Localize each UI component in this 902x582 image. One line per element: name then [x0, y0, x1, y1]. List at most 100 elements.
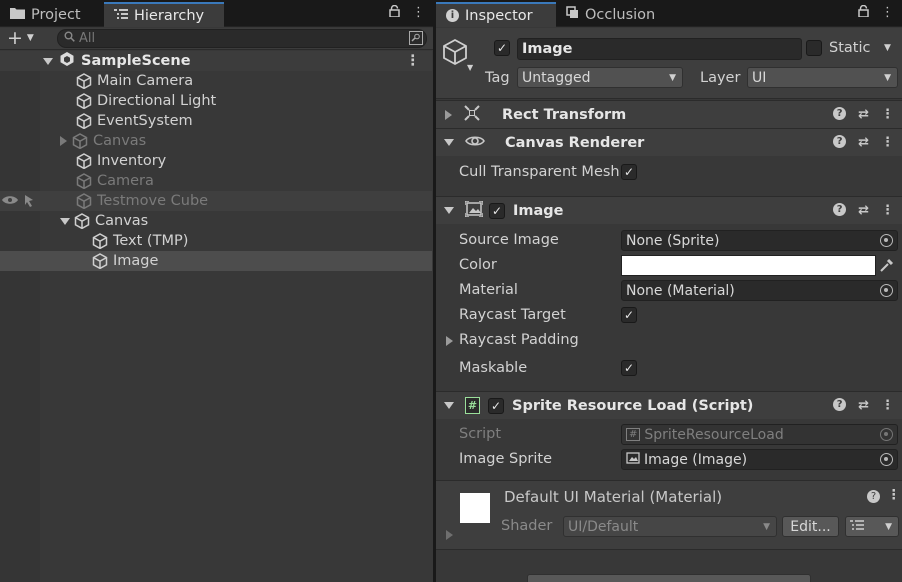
component-tools: ? ⇄ ⋮ — [833, 107, 894, 122]
add-component-button[interactable] — [527, 574, 811, 582]
expand-arrow-icon[interactable] — [60, 136, 67, 146]
edit-button-label: Edit... — [790, 518, 831, 535]
hierarchy-item[interactable]: Inventory — [0, 151, 432, 171]
script-component-header[interactable]: # ✓ Sprite Resource Load (Script) ? ⇄ ⋮ — [436, 391, 902, 419]
cull-transparent-mesh-label: Cull Transparent Mesh — [459, 164, 619, 180]
create-add-button[interactable]: + ▼ — [7, 27, 34, 49]
hierarchy-item[interactable]: EventSystem — [0, 111, 432, 131]
hierarchy-item[interactable]: Text (TMP) — [0, 231, 432, 251]
tab-occlusion[interactable]: Occlusion — [556, 2, 665, 27]
help-icon[interactable]: ? — [833, 203, 847, 216]
search-filter-icon[interactable] — [409, 31, 423, 49]
raycast-target-checkbox[interactable]: ✓ — [621, 307, 637, 323]
color-swatch[interactable] — [621, 255, 876, 276]
help-icon[interactable]: ? — [833, 135, 847, 148]
expand-arrow-icon[interactable] — [444, 139, 454, 146]
edit-shader-button[interactable]: Edit... — [782, 516, 839, 537]
more-menu-icon[interactable]: ⋮ — [412, 5, 425, 21]
info-icon: i — [446, 9, 459, 22]
maskable-label: Maskable — [459, 360, 528, 376]
component-menu-icon[interactable]: ⋮ — [881, 398, 894, 413]
presets-icon[interactable]: ⇄ — [858, 135, 869, 150]
script-label: Script — [459, 426, 502, 442]
tab-inspector[interactable]: i Inspector — [436, 2, 556, 27]
component-menu-icon[interactable]: ⋮ — [881, 107, 894, 122]
eyedropper-icon[interactable] — [879, 257, 895, 277]
layer-dropdown[interactable]: UI ▼ — [747, 67, 898, 88]
material-menu-icon[interactable]: ⋮ — [887, 487, 901, 503]
hierarchy-item[interactable]: Canvas — [0, 211, 432, 231]
object-name-field[interactable]: Image — [517, 38, 802, 60]
hierarchy-item[interactable]: Directional Light — [0, 91, 432, 111]
object-picker-icon[interactable] — [880, 284, 893, 297]
hierarchy-item-label: Inventory — [97, 153, 167, 169]
icon-dropdown-arrow[interactable]: ▼ — [467, 63, 473, 72]
gameobject-cube-icon — [74, 213, 90, 230]
raycast-padding-label[interactable]: Raycast Padding — [459, 332, 579, 348]
image-enabled-checkbox[interactable]: ✓ — [489, 202, 505, 219]
help-icon[interactable]: ? — [833, 398, 847, 411]
static-checkbox[interactable] — [806, 40, 822, 56]
plus-icon: + — [7, 27, 23, 49]
canvas-renderer-header[interactable]: Canvas Renderer ? ⇄ ⋮ — [436, 128, 902, 156]
lock-icon[interactable] — [389, 4, 400, 21]
hierarchy-item[interactable]: Image — [0, 251, 432, 271]
maskable-checkbox[interactable]: ✓ — [621, 360, 637, 376]
component-menu-icon[interactable]: ⋮ — [881, 135, 894, 150]
list-options-icon — [850, 519, 864, 535]
hierarchy-item-label: Main Camera — [97, 73, 194, 89]
component-menu-icon[interactable]: ⋮ — [881, 203, 894, 218]
static-dropdown-icon[interactable]: ▼ — [884, 43, 891, 53]
expand-arrow-icon[interactable] — [444, 207, 454, 214]
pickable-hand-icon[interactable] — [22, 193, 36, 211]
rect-transform-title: Rect Transform — [502, 106, 627, 123]
object-picker-icon[interactable] — [880, 234, 893, 247]
collapse-arrow-icon[interactable] — [445, 109, 452, 120]
hierarchy-item-label: Testmove Cube — [97, 193, 209, 209]
expand-arrow-icon[interactable] — [43, 57, 53, 65]
active-checkbox[interactable]: ✓ — [494, 40, 510, 56]
cull-transparent-mesh-checkbox[interactable]: ✓ — [621, 164, 637, 180]
image-sprite-field[interactable]: Image (Image) — [621, 449, 898, 470]
object-picker-icon[interactable] — [880, 453, 893, 466]
source-image-value: None (Sprite) — [626, 232, 720, 249]
script-enabled-checkbox[interactable]: ✓ — [488, 397, 504, 414]
hierarchy-item-label: Camera — [97, 173, 154, 189]
image-component-icon — [464, 199, 484, 221]
material-field[interactable]: None (Material) — [621, 280, 898, 301]
material-title: Default UI Material (Material) — [504, 488, 723, 506]
scene-menu-icon[interactable]: ⋮ — [406, 53, 421, 69]
hierarchy-item[interactable]: Camera — [0, 171, 432, 191]
hierarchy-item[interactable]: Main Camera — [0, 71, 432, 91]
shader-dropdown[interactable]: UI/Default ▼ — [563, 516, 777, 537]
tag-value: Untagged — [522, 69, 591, 86]
gameobject-cube-icon — [76, 153, 92, 170]
material-foldout-arrow-icon[interactable] — [446, 530, 453, 540]
tab-hierarchy[interactable]: Hierarchy — [104, 2, 224, 27]
more-menu-icon[interactable]: ⋮ — [881, 5, 894, 21]
tag-dropdown[interactable]: Untagged ▼ — [517, 67, 683, 88]
source-image-field[interactable]: None (Sprite) — [621, 230, 898, 251]
raycast-padding-arrow-icon[interactable] — [446, 336, 453, 346]
hierarchy-item[interactable]: Canvas — [0, 131, 432, 151]
hierarchy-list-icon — [114, 8, 128, 24]
expand-arrow-icon[interactable] — [444, 402, 454, 409]
search-input[interactable]: All — [57, 29, 427, 48]
hierarchy-item[interactable]: Testmove Cube — [0, 191, 432, 211]
shader-options-dropdown[interactable]: ▼ — [845, 516, 899, 537]
presets-icon[interactable]: ⇄ — [858, 203, 869, 218]
rect-transform-header[interactable]: Rect Transform ? ⇄ ⋮ — [436, 100, 902, 128]
presets-icon[interactable]: ⇄ — [858, 107, 869, 122]
help-icon[interactable]: ? — [867, 490, 880, 503]
expand-arrow-icon[interactable] — [60, 217, 70, 225]
visibility-eye-icon[interactable] — [1, 194, 19, 210]
material-preview — [460, 493, 490, 523]
lock-icon[interactable] — [858, 4, 869, 21]
gameobject-cube-icon[interactable] — [442, 38, 471, 72]
image-component-header[interactable]: ✓ Image ? ⇄ ⋮ — [436, 196, 902, 224]
material-value: None (Material) — [626, 282, 735, 299]
presets-icon[interactable]: ⇄ — [858, 398, 869, 413]
tab-project[interactable]: Project — [0, 2, 91, 27]
help-icon[interactable]: ? — [833, 107, 847, 120]
scene-header-row[interactable]: SampleScene ⋮ — [0, 51, 432, 71]
